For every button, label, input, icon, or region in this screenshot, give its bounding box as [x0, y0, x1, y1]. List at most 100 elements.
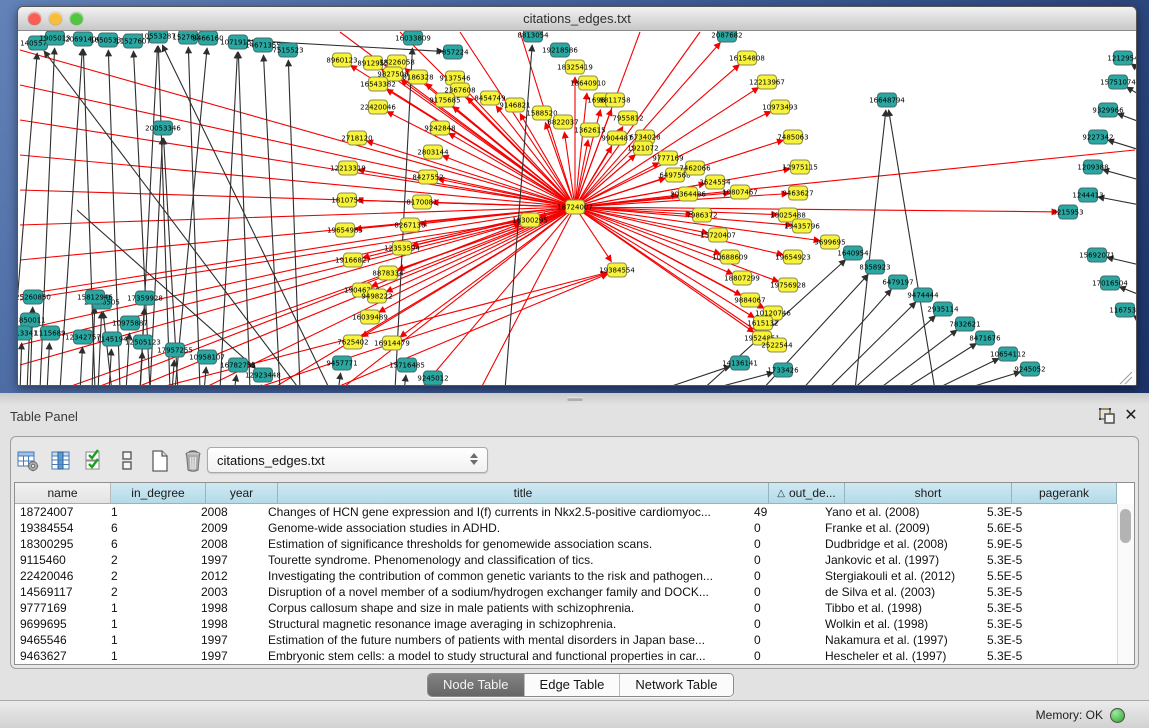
- column-header-name[interactable]: name: [15, 483, 111, 504]
- table-cell[interactable]: 1: [106, 617, 196, 631]
- close-window-button[interactable]: [28, 12, 41, 25]
- table-cell[interactable]: 5.3E-5: [982, 553, 1082, 567]
- graph-node[interactable]: 7955812: [612, 111, 643, 125]
- table-cell[interactable]: 9115460: [15, 553, 106, 567]
- table-cell[interactable]: 14569117: [15, 585, 106, 599]
- table-row[interactable]: 946554611997Estimation of the future num…: [15, 632, 1134, 648]
- graph-edge-black[interactable]: [1127, 87, 1136, 95]
- table-cell[interactable]: 1997: [196, 649, 263, 663]
- table-cell[interactable]: 1: [106, 633, 196, 647]
- table-cell[interactable]: 1: [106, 505, 196, 519]
- graph-edge-red[interactable]: [20, 207, 575, 295]
- column-header-out-de-[interactable]: △out_de...: [769, 483, 845, 504]
- table-cell[interactable]: Franke et al. (2009): [820, 521, 982, 535]
- divider-grip[interactable]: [567, 397, 583, 401]
- graph-edge-red[interactable]: [20, 50, 575, 207]
- graph-edge-black[interactable]: [188, 47, 200, 385]
- graph-node[interactable]: 20053346: [145, 121, 181, 135]
- float-panel-icon[interactable]: [1097, 406, 1117, 426]
- table-cell[interactable]: Wolkin et al. (1998): [820, 617, 982, 631]
- graph-node[interactable]: 2935114: [927, 302, 959, 316]
- graph-node[interactable]: 15720407: [700, 228, 736, 242]
- table-cell[interactable]: Investigating the contribution of common…: [263, 569, 749, 583]
- table-cell[interactable]: 0: [749, 585, 820, 599]
- graph-node[interactable]: 16782753: [220, 358, 256, 372]
- table-cell[interactable]: 0: [749, 569, 820, 583]
- table-cell[interactable]: 18724007: [15, 505, 106, 519]
- graph-node[interactable]: 1733426: [767, 363, 799, 377]
- select-column-icon[interactable]: [49, 448, 73, 474]
- new-table-icon[interactable]: [148, 448, 172, 474]
- column-header-year[interactable]: year: [206, 483, 278, 504]
- table-row[interactable]: 1456911722003Disruption of a novel membe…: [15, 584, 1134, 600]
- table-cell[interactable]: 9777169: [15, 601, 106, 615]
- graph-node[interactable]: 19218586: [542, 43, 578, 57]
- table-settings-icon[interactable]: [16, 448, 40, 474]
- graph-node[interactable]: 1810755: [331, 193, 362, 207]
- table-row[interactable]: 911546021997Tourette syndrome. Phenomeno…: [15, 552, 1134, 568]
- table-cell[interactable]: 0: [749, 553, 820, 567]
- graph-node[interactable]: 9329966: [1092, 103, 1124, 117]
- tab-edge-table[interactable]: Edge Table: [524, 674, 620, 696]
- table-cell[interactable]: 5.9E-5: [982, 537, 1082, 551]
- table-cell[interactable]: 2: [106, 569, 196, 583]
- table-cell[interactable]: Embryonic stem cells: a model to study s…: [263, 649, 749, 663]
- table-cell[interactable]: 0: [749, 537, 820, 551]
- table-cell[interactable]: 0: [749, 521, 820, 535]
- table-cell[interactable]: 1998: [196, 601, 263, 615]
- table-row[interactable]: 2242004622012Investigating the contribut…: [15, 568, 1134, 584]
- table-cell[interactable]: 2003: [196, 585, 263, 599]
- graph-node[interactable]: 16154808: [729, 51, 765, 65]
- graph-node[interactable]: 7857224: [437, 45, 469, 59]
- graph-node[interactable]: 9245052: [1014, 362, 1045, 376]
- table-row[interactable]: 969969511998Structural magnetic resonanc…: [15, 616, 1134, 632]
- table-cell[interactable]: Jankovic et al. (1997): [820, 553, 982, 567]
- graph-node[interactable]: 8471676: [969, 331, 1001, 345]
- window-titlebar[interactable]: citations_edges.txt: [18, 7, 1136, 31]
- delete-table-icon[interactable]: [181, 448, 205, 474]
- table-cell[interactable]: Estimation of the future numbers of pati…: [263, 633, 749, 647]
- table-cell[interactable]: Genome-wide association studies in ADHD.: [263, 521, 749, 535]
- table-cell[interactable]: 0: [749, 617, 820, 631]
- graph-node[interactable]: 8878334: [372, 266, 404, 280]
- table-cell[interactable]: 5.3E-5: [982, 633, 1082, 647]
- graph-edge-black[interactable]: [80, 347, 82, 385]
- column-header-pagerank[interactable]: pagerank: [1012, 483, 1117, 504]
- table-cell[interactable]: 5.3E-5: [982, 505, 1082, 519]
- graph-node[interactable]: 9457771: [326, 356, 357, 370]
- table-cell[interactable]: 1: [106, 601, 196, 615]
- column-header-title[interactable]: title: [278, 483, 769, 504]
- graph-node[interactable]: 12923448: [245, 368, 281, 382]
- table-cell[interactable]: Corpus callosum shape and size in male p…: [263, 601, 749, 615]
- graph-node[interactable]: 19654923: [775, 250, 811, 264]
- table-row[interactable]: 1872400712008Changes of HCN gene express…: [15, 504, 1134, 520]
- table-cell[interactable]: Disruption of a novel member of a sodium…: [263, 585, 749, 599]
- table-row[interactable]: 977716911998Corpus callosum shape and si…: [15, 600, 1134, 616]
- graph-node[interactable]: 16648794: [869, 93, 905, 107]
- graph-edge-black[interactable]: [238, 52, 250, 385]
- table-cell[interactable]: 9463627: [15, 649, 106, 663]
- table-cell[interactable]: 2: [106, 585, 196, 599]
- table-cell[interactable]: 9699695: [15, 617, 106, 631]
- graph-node[interactable]: 8170081: [406, 195, 437, 209]
- graph-edge-black[interactable]: [162, 45, 330, 385]
- graph-edge-black[interactable]: [404, 375, 406, 385]
- table-cell[interactable]: 1998: [196, 617, 263, 631]
- graph-node[interactable]: 9227342: [1082, 130, 1113, 144]
- graph-edge-black[interactable]: [20, 343, 22, 385]
- graph-edge-black[interactable]: [98, 312, 102, 385]
- graph-node[interactable]: 1209388: [1077, 160, 1108, 174]
- graph-node[interactable]: 15751074: [1100, 75, 1136, 89]
- graph-node[interactable]: 1145194: [96, 332, 128, 346]
- tab-network-table[interactable]: Network Table: [619, 674, 732, 696]
- table-cell[interactable]: 5.3E-5: [982, 649, 1082, 663]
- graph-edge-black[interactable]: [47, 343, 49, 385]
- table-cell[interactable]: 18300295: [15, 537, 106, 551]
- graph-node[interactable]: 9245012: [417, 371, 448, 385]
- column-header-short[interactable]: short: [845, 483, 1012, 504]
- graph-node[interactable]: 8215953: [1052, 205, 1083, 219]
- graph-node[interactable]: 9463627: [782, 186, 813, 200]
- table-cell[interactable]: 2012: [196, 569, 263, 583]
- graph-edge-red[interactable]: [20, 120, 575, 207]
- table-cell[interactable]: Estimation of significance thresholds fo…: [263, 537, 749, 551]
